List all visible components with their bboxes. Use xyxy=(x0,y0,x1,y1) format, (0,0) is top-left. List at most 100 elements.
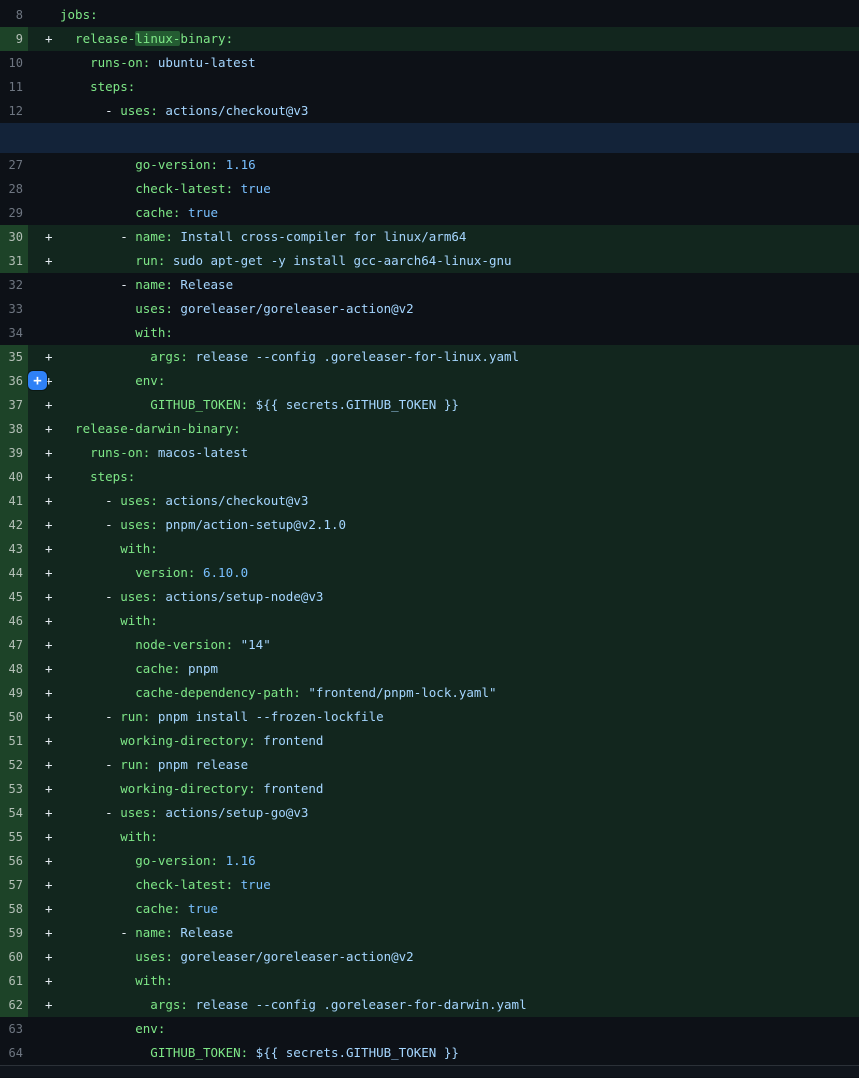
line-number[interactable]: 59 xyxy=(0,921,28,945)
diff-line: 40+ steps: xyxy=(0,465,859,489)
diff-marker: + xyxy=(28,537,60,561)
diff-marker xyxy=(28,321,60,345)
line-number[interactable]: 10 xyxy=(0,51,28,75)
line-number[interactable]: 27 xyxy=(0,153,28,177)
code-content: steps: xyxy=(60,75,135,99)
diff-bottom-edge xyxy=(0,1065,859,1077)
diff-marker xyxy=(28,297,60,321)
diff-line: 28 check-latest: true xyxy=(0,177,859,201)
diff-marker: + xyxy=(28,513,60,537)
line-number[interactable]: 36 xyxy=(0,369,28,393)
diff-line: 62+ args: release --config .goreleaser-f… xyxy=(0,993,859,1017)
diff-marker: + xyxy=(28,441,60,465)
code-content: cache: pnpm xyxy=(60,657,218,681)
add-comment-button[interactable]: + xyxy=(28,371,47,390)
line-number[interactable]: 44 xyxy=(0,561,28,585)
line-number[interactable]: 62 xyxy=(0,993,28,1017)
line-number[interactable]: 46 xyxy=(0,609,28,633)
line-number[interactable]: 42 xyxy=(0,513,28,537)
code-content: - uses: actions/checkout@v3 xyxy=(60,489,308,513)
diff-line: 29 cache: true xyxy=(0,201,859,225)
line-number[interactable]: 30 xyxy=(0,225,28,249)
line-number[interactable]: 35 xyxy=(0,345,28,369)
code-content: check-latest: true xyxy=(60,177,271,201)
diff-marker: + xyxy=(28,489,60,513)
line-number[interactable]: 51 xyxy=(0,729,28,753)
line-number[interactable]: 32 xyxy=(0,273,28,297)
diff-rows: 8jobs:9+ release-linux-binary:10 runs-on… xyxy=(0,3,859,1065)
line-number[interactable]: 34 xyxy=(0,321,28,345)
diff-line: 32 - name: Release xyxy=(0,273,859,297)
line-number[interactable]: 39 xyxy=(0,441,28,465)
code-content: node-version: "14" xyxy=(60,633,271,657)
diff-marker: + xyxy=(28,27,60,51)
expand-hunk-row[interactable] xyxy=(0,123,859,153)
line-number[interactable]: 54 xyxy=(0,801,28,825)
diff-marker xyxy=(28,177,60,201)
diff-marker xyxy=(28,1041,60,1065)
diff-line: 64 GITHUB_TOKEN: ${{ secrets.GITHUB_TOKE… xyxy=(0,1041,859,1065)
diff-line: 44+ version: 6.10.0 xyxy=(0,561,859,585)
line-number[interactable]: 28 xyxy=(0,177,28,201)
diff-line: 51+ working-directory: frontend xyxy=(0,729,859,753)
code-content: args: release --config .goreleaser-for-d… xyxy=(60,993,527,1017)
code-content: jobs: xyxy=(60,3,98,27)
diff-line: 35+ args: release --config .goreleaser-f… xyxy=(0,345,859,369)
diff-marker: + xyxy=(28,753,60,777)
line-number[interactable]: 40 xyxy=(0,465,28,489)
line-number[interactable]: 11 xyxy=(0,75,28,99)
line-number[interactable]: 12 xyxy=(0,99,28,123)
line-number[interactable]: 43 xyxy=(0,537,28,561)
line-number[interactable]: 61 xyxy=(0,969,28,993)
diff-line: 41+ - uses: actions/checkout@v3 xyxy=(0,489,859,513)
line-number[interactable]: 29 xyxy=(0,201,28,225)
line-number[interactable]: 9 xyxy=(0,27,28,51)
code-content: runs-on: macos-latest xyxy=(60,441,248,465)
diff-line: 58+ cache: true xyxy=(0,897,859,921)
line-number[interactable]: 33 xyxy=(0,297,28,321)
line-number[interactable]: 47 xyxy=(0,633,28,657)
line-number[interactable]: 48 xyxy=(0,657,28,681)
diff-marker: + xyxy=(28,849,60,873)
line-number[interactable]: 37 xyxy=(0,393,28,417)
diff-marker: + xyxy=(28,417,60,441)
code-content: with: xyxy=(60,537,158,561)
diff-line: 27 go-version: 1.16 xyxy=(0,153,859,177)
line-number[interactable]: 57 xyxy=(0,873,28,897)
line-number[interactable]: 41 xyxy=(0,489,28,513)
diff-marker: + xyxy=(28,249,60,273)
line-number[interactable]: 50 xyxy=(0,705,28,729)
diff-line: 10 runs-on: ubuntu-latest xyxy=(0,51,859,75)
diff-line: 52+ - run: pnpm release xyxy=(0,753,859,777)
code-content: with: xyxy=(60,969,173,993)
line-number[interactable]: 56 xyxy=(0,849,28,873)
line-number[interactable]: 45 xyxy=(0,585,28,609)
code-content: go-version: 1.16 xyxy=(60,153,256,177)
diff-marker: + xyxy=(28,633,60,657)
line-number[interactable]: 52 xyxy=(0,753,28,777)
diff-line: 9+ release-linux-binary: xyxy=(0,27,859,51)
line-number[interactable]: 49 xyxy=(0,681,28,705)
diff-marker xyxy=(28,51,60,75)
diff-marker: + xyxy=(28,801,60,825)
line-number[interactable]: 63 xyxy=(0,1017,28,1041)
diff-line: 60+ uses: goreleaser/goreleaser-action@v… xyxy=(0,945,859,969)
diff-line: 11 steps: xyxy=(0,75,859,99)
diff-line: 61+ with: xyxy=(0,969,859,993)
diff-line: 56+ go-version: 1.16 xyxy=(0,849,859,873)
line-number[interactable]: 53 xyxy=(0,777,28,801)
line-number[interactable]: 64 xyxy=(0,1041,28,1065)
code-content: - uses: pnpm/action-setup@v2.1.0 xyxy=(60,513,346,537)
code-content: with: xyxy=(60,609,158,633)
line-number[interactable]: 31 xyxy=(0,249,28,273)
code-content: cache: true xyxy=(60,897,218,921)
diff-line: 37+ GITHUB_TOKEN: ${{ secrets.GITHUB_TOK… xyxy=(0,393,859,417)
line-number[interactable]: 60 xyxy=(0,945,28,969)
code-content: release-linux-binary: xyxy=(60,27,233,51)
line-number[interactable]: 55 xyxy=(0,825,28,849)
code-content: cache: true xyxy=(60,201,218,225)
line-number[interactable]: 8 xyxy=(0,3,28,27)
line-number[interactable]: 58 xyxy=(0,897,28,921)
line-number[interactable]: 38 xyxy=(0,417,28,441)
code-content: args: release --config .goreleaser-for-l… xyxy=(60,345,519,369)
